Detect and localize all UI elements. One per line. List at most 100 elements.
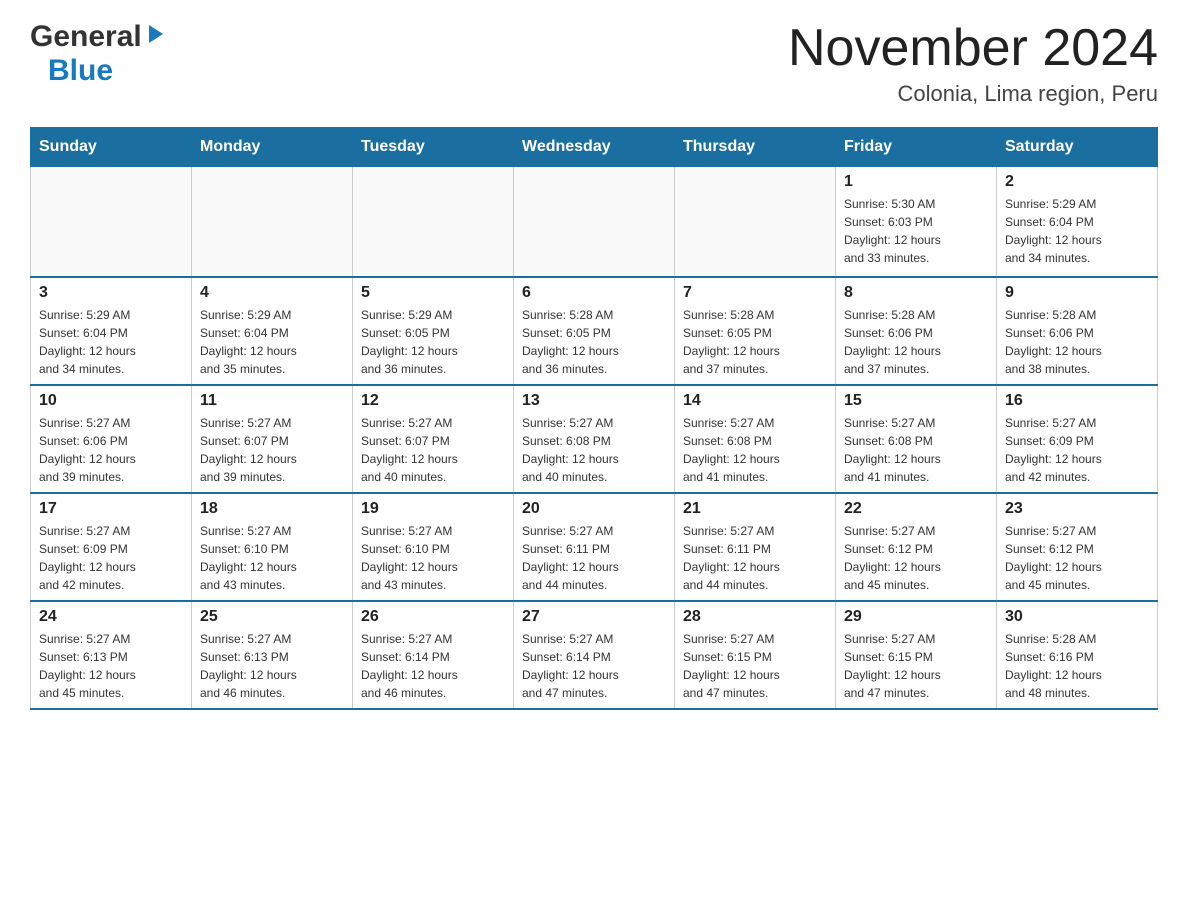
calendar-cell: 2 Sunrise: 5:29 AM Sunset: 6:04 PM Daylig… [997,167,1158,277]
logo-arrow-icon [145,23,167,50]
weekday-header-saturday: Saturday [997,128,1158,167]
calendar-cell: 15 Sunrise: 5:27 AM Sunset: 6:08 PM Dayli… [836,385,997,493]
calendar-week-row: 17Sunrise: 5:27 AM Sunset: 6:09 PM Dayli… [31,493,1158,601]
calendar-cell: 10 Sunrise: 5:27 AM Sunset: 6:06 PM Dayli… [31,385,192,493]
day-number: 28 [683,608,827,626]
day-info: Sunrise: 5:27 AM Sunset: 6:13 PM Dayligh… [200,630,344,702]
title-block: November 2024 Colonia, Lima region, Peru [788,20,1158,107]
day-number: 14 [683,392,827,410]
calendar-cell: 28 Sunrise: 5:27 AM Sunset: 6:15 PM Dayli… [675,601,836,709]
weekday-header-thursday: Thursday [675,128,836,167]
calendar-week-row: 24 Sunrise: 5:27 AM Sunset: 6:13 PM Dayli… [31,601,1158,709]
day-info: Sunrise: 5:27 AM Sunset: 6:10 PM Dayligh… [361,522,505,594]
weekday-header-friday: Friday [836,128,997,167]
calendar-week-row: 1Sunrise: 5:30 AM Sunset: 6:03 PM Daylig… [31,167,1158,277]
month-title: November 2024 [788,20,1158,77]
day-number: 27 [522,608,666,626]
day-info: Sunrise: 5:27 AM Sunset: 6:06 PM Dayligh… [39,414,183,486]
day-info: Sunrise: 5:28 AM Sunset: 6:06 PM Dayligh… [844,306,988,378]
day-number: 25 [200,608,344,626]
day-number: 23 [1005,500,1149,518]
day-info: Sunrise: 5:27 AM Sunset: 6:08 PM Dayligh… [522,414,666,486]
day-info: Sunrise: 5:29 AM Sunset: 6:05 PM Dayligh… [361,306,505,378]
calendar-cell: 6Sunrise: 5:28 AM Sunset: 6:05 PM Daylig… [514,277,675,385]
day-number: 24 [39,608,183,626]
weekday-header-monday: Monday [192,128,353,167]
day-info: Sunrise: 5:27 AM Sunset: 6:12 PM Dayligh… [1005,522,1149,594]
day-info: Sunrise: 5:27 AM Sunset: 6:11 PM Dayligh… [683,522,827,594]
calendar-cell: 19Sunrise: 5:27 AM Sunset: 6:10 PM Dayli… [353,493,514,601]
calendar-cell: 25 Sunrise: 5:27 AM Sunset: 6:13 PM Dayli… [192,601,353,709]
day-number: 3 [39,284,183,302]
day-number: 26 [361,608,505,626]
calendar-cell: 3 Sunrise: 5:29 AM Sunset: 6:04 PM Daylig… [31,277,192,385]
calendar-table: SundayMondayTuesdayWednesdayThursdayFrid… [30,127,1158,710]
calendar-cell [675,167,836,277]
day-info: Sunrise: 5:28 AM Sunset: 6:16 PM Dayligh… [1005,630,1149,702]
day-number: 18 [200,500,344,518]
calendar-cell [514,167,675,277]
day-info: Sunrise: 5:27 AM Sunset: 6:15 PM Dayligh… [683,630,827,702]
day-number: 16 [1005,392,1149,410]
weekday-header-wednesday: Wednesday [514,128,675,167]
day-number: 6 [522,284,666,302]
day-info: Sunrise: 5:29 AM Sunset: 6:04 PM Dayligh… [39,306,183,378]
calendar-cell [192,167,353,277]
day-number: 21 [683,500,827,518]
calendar-cell: 29Sunrise: 5:27 AM Sunset: 6:15 PM Dayli… [836,601,997,709]
calendar-cell: 16 Sunrise: 5:27 AM Sunset: 6:09 PM Dayli… [997,385,1158,493]
day-number: 11 [200,392,344,410]
calendar-cell: 11 Sunrise: 5:27 AM Sunset: 6:07 PM Dayli… [192,385,353,493]
day-info: Sunrise: 5:29 AM Sunset: 6:04 PM Dayligh… [1005,195,1149,267]
calendar-cell: 7 Sunrise: 5:28 AM Sunset: 6:05 PM Daylig… [675,277,836,385]
day-info: Sunrise: 5:28 AM Sunset: 6:05 PM Dayligh… [683,306,827,378]
calendar-cell: 21 Sunrise: 5:27 AM Sunset: 6:11 PM Dayli… [675,493,836,601]
day-info: Sunrise: 5:27 AM Sunset: 6:08 PM Dayligh… [683,414,827,486]
day-number: 22 [844,500,988,518]
calendar-cell: 24 Sunrise: 5:27 AM Sunset: 6:13 PM Dayli… [31,601,192,709]
logo-general-text: General [30,20,142,54]
calendar-cell: 20 Sunrise: 5:27 AM Sunset: 6:11 PM Dayli… [514,493,675,601]
day-info: Sunrise: 5:27 AM Sunset: 6:10 PM Dayligh… [200,522,344,594]
day-info: Sunrise: 5:27 AM Sunset: 6:15 PM Dayligh… [844,630,988,702]
day-info: Sunrise: 5:27 AM Sunset: 6:13 PM Dayligh… [39,630,183,702]
calendar-cell: 9Sunrise: 5:28 AM Sunset: 6:06 PM Daylig… [997,277,1158,385]
calendar-header-row: SundayMondayTuesdayWednesdayThursdayFrid… [31,128,1158,167]
calendar-week-row: 3 Sunrise: 5:29 AM Sunset: 6:04 PM Daylig… [31,277,1158,385]
day-info: Sunrise: 5:27 AM Sunset: 6:14 PM Dayligh… [361,630,505,702]
logo: General Blue [30,20,167,88]
calendar-cell: 30 Sunrise: 5:28 AM Sunset: 6:16 PM Dayli… [997,601,1158,709]
day-number: 17 [39,500,183,518]
day-number: 4 [200,284,344,302]
day-info: Sunrise: 5:27 AM Sunset: 6:14 PM Dayligh… [522,630,666,702]
day-number: 9 [1005,284,1149,302]
day-info: Sunrise: 5:27 AM Sunset: 6:12 PM Dayligh… [844,522,988,594]
day-number: 15 [844,392,988,410]
calendar-cell: 13 Sunrise: 5:27 AM Sunset: 6:08 PM Dayli… [514,385,675,493]
calendar-cell: 27 Sunrise: 5:27 AM Sunset: 6:14 PM Dayli… [514,601,675,709]
day-number: 12 [361,392,505,410]
calendar-cell: 26 Sunrise: 5:27 AM Sunset: 6:14 PM Dayli… [353,601,514,709]
day-number: 1 [844,173,988,191]
day-number: 2 [1005,173,1149,191]
day-info: Sunrise: 5:27 AM Sunset: 6:09 PM Dayligh… [1005,414,1149,486]
calendar-cell: 8 Sunrise: 5:28 AM Sunset: 6:06 PM Daylig… [836,277,997,385]
calendar-cell: 22 Sunrise: 5:27 AM Sunset: 6:12 PM Dayli… [836,493,997,601]
day-number: 30 [1005,608,1149,626]
day-info: Sunrise: 5:27 AM Sunset: 6:11 PM Dayligh… [522,522,666,594]
calendar-cell [353,167,514,277]
weekday-header-tuesday: Tuesday [353,128,514,167]
day-number: 5 [361,284,505,302]
day-info: Sunrise: 5:27 AM Sunset: 6:07 PM Dayligh… [200,414,344,486]
day-info: Sunrise: 5:27 AM Sunset: 6:07 PM Dayligh… [361,414,505,486]
weekday-header-sunday: Sunday [31,128,192,167]
calendar-cell [31,167,192,277]
day-info: Sunrise: 5:27 AM Sunset: 6:08 PM Dayligh… [844,414,988,486]
day-number: 13 [522,392,666,410]
day-number: 20 [522,500,666,518]
page-header: General Blue November 2024 Colonia, Lima… [30,20,1158,107]
day-number: 8 [844,284,988,302]
day-number: 10 [39,392,183,410]
day-number: 7 [683,284,827,302]
calendar-cell: 1Sunrise: 5:30 AM Sunset: 6:03 PM Daylig… [836,167,997,277]
